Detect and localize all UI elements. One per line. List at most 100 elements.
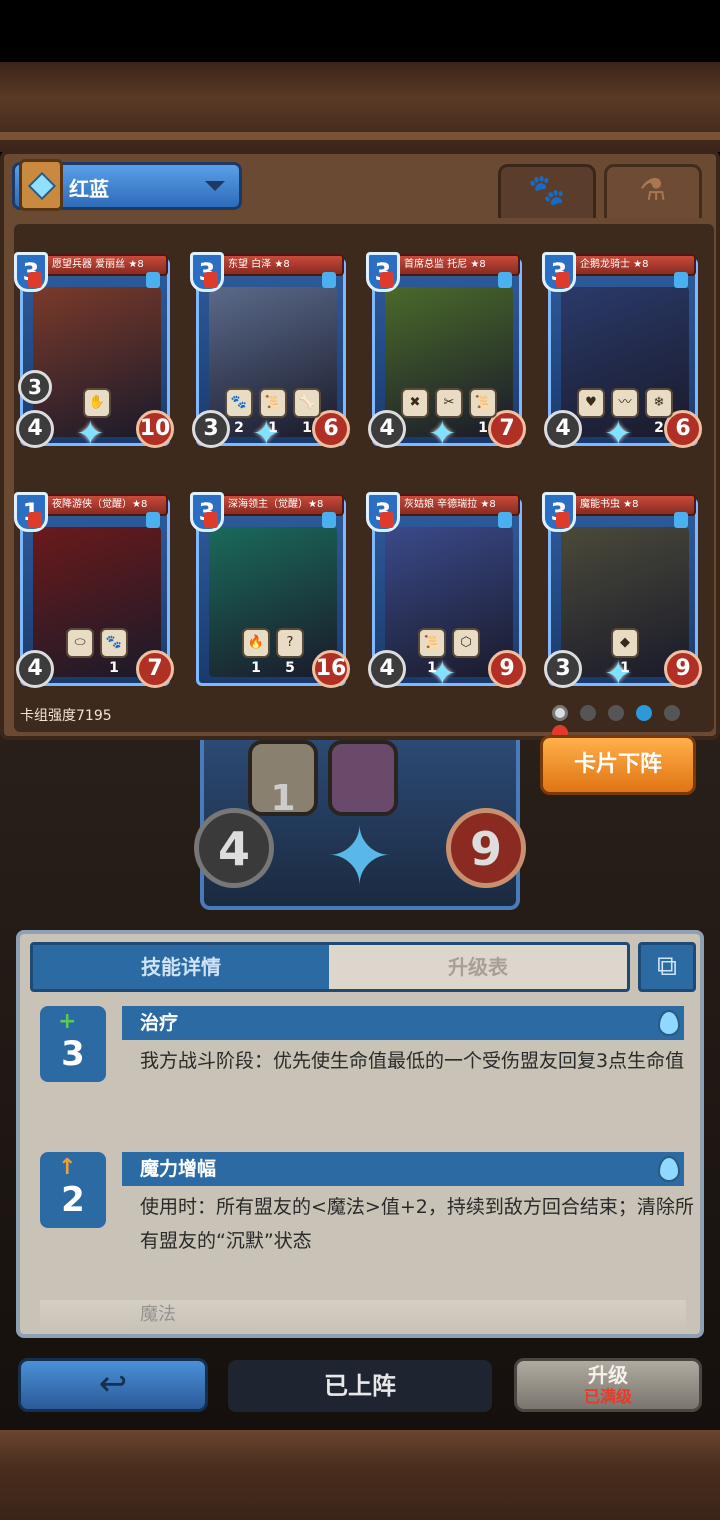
preview-attack: 4 [194, 808, 274, 888]
preview-skill-scroll: 1 [248, 740, 318, 819]
card-skill-icon: ❄ [645, 388, 673, 418]
back-arrow-icon: ↩ [98, 1364, 128, 1404]
card-skill-level [611, 420, 639, 466]
preview-health: 9 [446, 808, 526, 888]
hand-filter-icon[interactable] [608, 705, 625, 721]
deck-book-icon [19, 159, 63, 211]
wood-footer-frame [0, 1430, 720, 1520]
fire-badge-icon [204, 272, 218, 288]
tab-minions[interactable]: 🐾 [498, 164, 596, 218]
fire-badge-icon [204, 512, 218, 528]
card-skill-icon: ⬡ [452, 628, 480, 658]
card-skill-level [66, 660, 94, 706]
card-skill-level [435, 420, 463, 466]
deck-name: 红蓝 [69, 177, 109, 201]
card-health: 16 [312, 650, 350, 688]
status-bar [0, 0, 720, 62]
tab-spells[interactable]: ⚗ [604, 164, 702, 218]
deck-power: 卡组强度7195 [20, 708, 112, 724]
water-badge-icon [146, 512, 160, 528]
external-link-icon[interactable]: ⧉ [638, 942, 696, 992]
water-drop-icon [658, 1010, 680, 1036]
water-drop-icon [658, 1156, 680, 1182]
card-skill-level: 2 [654, 420, 664, 436]
water-badge-icon [498, 512, 512, 528]
card-side-stat: 3 [18, 370, 52, 404]
fire-badge-icon [28, 512, 42, 528]
card-health: 10 [136, 410, 174, 448]
preview-skill-magic [328, 740, 398, 816]
beast-filter-icon[interactable] [580, 705, 597, 721]
card-skill-icon: 🦴 [293, 388, 321, 418]
card-skill-icon: 🐾 [100, 628, 128, 658]
fire-badge-icon [28, 272, 42, 288]
card-skill-icon: ✂ [435, 388, 463, 418]
card-health: 9 [664, 650, 702, 688]
back-button[interactable]: ↩ [18, 1358, 208, 1412]
card-attack: 3 [544, 650, 582, 688]
card-skill-level: 1 [268, 420, 278, 436]
card-skill-level: 2 [234, 420, 244, 436]
water-badge-icon [322, 272, 336, 288]
deck-card[interactable]: 深海领主（觉醒）★8316🔥1?5 [190, 492, 350, 692]
card-attack: 4 [16, 410, 54, 448]
deck-selector[interactable]: 红蓝 [12, 159, 242, 211]
chevron-down-icon [205, 181, 225, 191]
deck-card[interactable]: 愿望兵器 爱丽丝 ★83✦4103✋ [14, 252, 174, 454]
skill-entry-magic: 魔法 [40, 1300, 686, 1332]
card-health: 7 [136, 650, 174, 688]
deck-card[interactable]: 魔能书虫 ★83✦39◆1 [542, 492, 702, 694]
upgrade-status: 已满级 [583, 1387, 632, 1406]
upgrade-label: 升级 [588, 1363, 628, 1387]
skill-description: 我方战斗阶段：优先使生命值最低的一个受伤盟友回复3点生命值 [140, 1050, 685, 1072]
deck-card[interactable]: 灰姑娘 辛德瑞拉 ★83✦49📜1⬡ [366, 492, 526, 694]
card-skill-icon: ✋ [83, 388, 111, 418]
skill-title: 治疗 [122, 1006, 684, 1040]
deck-card[interactable]: 首席总监 托尼 ★83✦47✖✂📜1 [366, 252, 526, 454]
card-skill-level: 1 [251, 660, 261, 676]
card-skill-level: 1 [302, 420, 312, 436]
skill-entry-mana-boost: ↑ 2 魔力增幅 使用时：所有盟友的<魔法>值+2，持续到敌方回合结束；清除所有… [40, 1152, 694, 1292]
card-skill-icon: ? [276, 628, 304, 658]
card-attack: 4 [368, 650, 406, 688]
tab-skill-details[interactable]: 技能详情 [33, 945, 329, 989]
mana-boost-skill-icon: ↑ 2 [40, 1152, 106, 1228]
heal-skill-icon: + 3 [40, 1006, 106, 1082]
card-skill-level: 1 [478, 420, 488, 436]
wind-filter-icon[interactable] [664, 705, 681, 721]
equipped-button[interactable]: 已上阵 [228, 1360, 492, 1412]
card-skill-icon: 📜 [418, 628, 446, 658]
paw-icon: 🐾 [528, 173, 566, 208]
card-skill-icon: ✖ [401, 388, 429, 418]
card-skill-level [452, 660, 480, 706]
fire-badge-icon [556, 272, 570, 288]
card-skill-icon: 📜 [469, 388, 497, 418]
card-skill-level: 1 [427, 660, 437, 676]
deck-card[interactable]: 夜降游侠（觉醒）★8147⬭🐾1 [14, 492, 174, 692]
card-skill-level: 5 [285, 660, 295, 676]
card-skill-icon: 〰 [611, 388, 639, 418]
water-filter-icon[interactable] [636, 705, 653, 721]
upgrade-button[interactable]: 升级 已满级 [514, 1358, 702, 1412]
deck-card[interactable]: 企鹅龙骑士 ★83✦46♥〰❄2 [542, 252, 702, 454]
card-skill-level: 1 [109, 660, 119, 676]
water-badge-icon [674, 512, 688, 528]
filter-icons [552, 705, 702, 741]
fire-badge-icon [380, 272, 394, 288]
water-badge-icon [146, 272, 160, 288]
card-skill-icon: ♥ [577, 388, 605, 418]
card-skill-level [83, 420, 111, 466]
water-badge-icon [674, 272, 688, 288]
skill-detail-panel: 技能详情 升级表 ⧉ + 3 治疗 我方战斗阶段：优先使生命值最低的一个受伤盟友… [16, 930, 704, 1338]
deck-card[interactable]: 东望 白泽 ★83✦36🐾2📜1🦴1 [190, 252, 350, 454]
tab-upgrade-table[interactable]: 升级表 [329, 945, 627, 989]
preview-skill-level: 1 [270, 778, 296, 819]
fire-badge-icon [556, 512, 570, 528]
wood-header-frame [0, 62, 720, 152]
card-skill-level: 1 [620, 660, 630, 676]
card-health: 9 [488, 650, 526, 688]
all-filter-icon[interactable] [552, 705, 568, 721]
unequip-card-button[interactable]: 卡片下阵 [540, 735, 696, 795]
card-preview: 1 4 ✦ 9 [194, 740, 526, 910]
card-skill-level [577, 420, 605, 466]
